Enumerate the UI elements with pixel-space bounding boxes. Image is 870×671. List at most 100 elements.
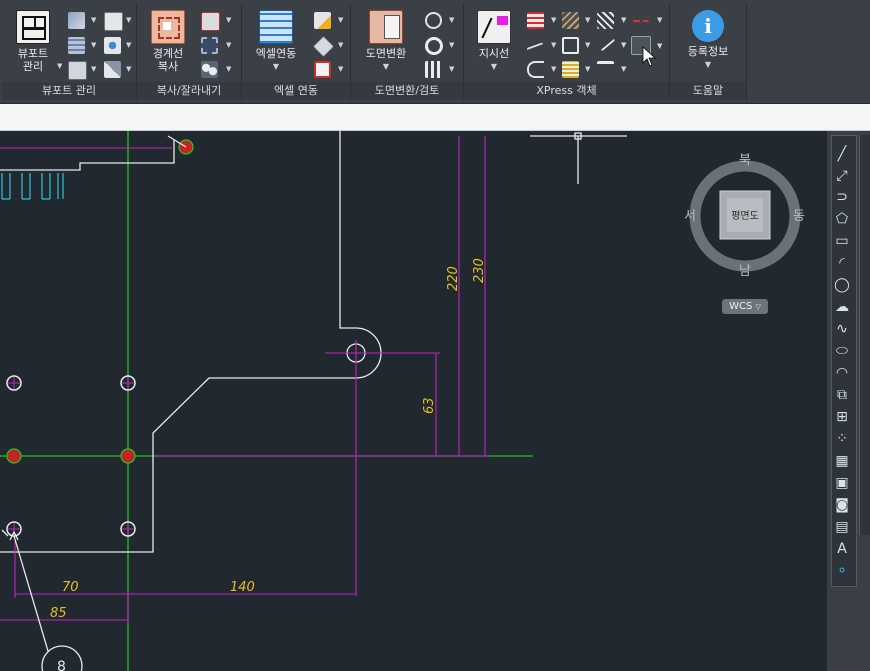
viewport-dropdown-icon[interactable]: ▼ xyxy=(57,62,62,70)
viewport-tool-4-button[interactable] xyxy=(104,12,126,32)
excel-tool-3-button[interactable] xyxy=(314,61,336,81)
dd-icon[interactable]: ▼ xyxy=(126,65,131,73)
revcloud-tool-icon[interactable]: ☁ xyxy=(833,298,851,316)
convert-tool-1-button[interactable] xyxy=(425,12,447,32)
section-icon xyxy=(597,12,614,29)
polygon-tool-icon[interactable]: ⬠ xyxy=(833,210,851,228)
arc-tool-icon[interactable]: ◜ xyxy=(833,254,851,272)
xpress-tool-9-button[interactable] xyxy=(597,61,619,81)
make-block-icon[interactable]: ⊞ xyxy=(833,408,851,426)
dd-icon[interactable]: ▼ xyxy=(621,41,626,49)
dd-icon[interactable]: ▼ xyxy=(657,42,662,50)
compass-north[interactable]: 북 xyxy=(739,153,751,168)
leader-label: 지시선 xyxy=(478,47,510,60)
rectangle-tool-icon[interactable]: ▭ xyxy=(833,232,851,250)
dd-icon[interactable]: ▼ xyxy=(226,16,231,24)
xpress-tool-5-button[interactable] xyxy=(562,37,584,57)
region-tool-icon[interactable]: ◙ xyxy=(833,496,851,514)
dd-icon[interactable]: ▼ xyxy=(551,16,556,24)
xpress-tool-10-button[interactable] xyxy=(632,12,654,32)
add-selected-icon[interactable]: ⚬ xyxy=(833,562,851,580)
dd-icon[interactable]: ▼ xyxy=(126,41,131,49)
xpress-tool-7-button[interactable] xyxy=(597,12,619,32)
xpress-tool-1-button[interactable] xyxy=(527,12,549,32)
boundary-copy-button[interactable]: 경계선 복사 xyxy=(143,8,193,80)
excel-tool-1-button[interactable] xyxy=(314,12,336,32)
dd-icon[interactable]: ▼ xyxy=(91,41,96,49)
viewport-tool-3-button[interactable] xyxy=(68,61,90,81)
viewport-manage-button[interactable]: 뷰포트 관리 xyxy=(8,8,58,80)
multiline-text-icon[interactable]: A xyxy=(833,540,851,558)
table-icon xyxy=(527,12,544,29)
array-icon xyxy=(201,61,218,78)
properties-button[interactable]: i 등록정보 ▼ xyxy=(680,8,736,80)
ellipse-arc-tool-icon[interactable]: ◠ xyxy=(833,364,851,382)
spline-tool-icon[interactable]: ∿ xyxy=(833,320,851,338)
dd-icon[interactable]: ▼ xyxy=(449,65,454,73)
gradient-tool-icon[interactable]: ▣ xyxy=(833,474,851,492)
xpress-tool-2-button[interactable] xyxy=(526,37,549,57)
dd-icon[interactable]: ▼ xyxy=(91,65,96,73)
chevron-down-icon: ▽ xyxy=(755,303,761,311)
point-tool-icon[interactable]: ⁘ xyxy=(833,430,851,448)
dd-icon[interactable]: ▼ xyxy=(338,41,343,49)
t-tool-icon xyxy=(597,61,614,78)
xpress-tool-4-button[interactable] xyxy=(562,12,584,32)
copy-tool-2-button[interactable] xyxy=(201,37,223,57)
dd-icon[interactable]: ▼ xyxy=(621,65,626,73)
drawing-canvas[interactable]: 220 230 63 70 140 85 8 평면도 북 남 동 서 xyxy=(0,131,826,671)
dd-icon[interactable]: ▼ xyxy=(226,65,231,73)
dd-icon[interactable]: ▼ xyxy=(585,65,590,73)
dd-icon[interactable]: ▼ xyxy=(226,41,231,49)
dd-icon[interactable]: ▼ xyxy=(449,16,454,24)
ellipse-tool-icon[interactable]: ⬭ xyxy=(833,342,851,360)
dd-icon[interactable]: ▼ xyxy=(551,65,556,73)
construction-line-icon[interactable]: ⤢ xyxy=(833,167,851,185)
polyline-tool-icon[interactable]: ⊃ xyxy=(833,188,851,206)
bracket-icon xyxy=(527,61,544,78)
ucs-dropdown[interactable]: WCS ▽ xyxy=(722,299,768,314)
text-frame-icon xyxy=(314,61,331,78)
viewport-tool-2-button[interactable] xyxy=(68,37,90,57)
dd-icon[interactable]: ▼ xyxy=(585,41,590,49)
dropdown-arrow-icon: ▼ xyxy=(272,62,280,71)
hatch-tool-icon[interactable]: ▦ xyxy=(833,452,851,470)
drawing-convert-button[interactable]: 도면변환 ▼ xyxy=(359,8,413,80)
compass-west[interactable]: 서 xyxy=(684,209,696,224)
dd-icon[interactable]: ▼ xyxy=(126,16,131,24)
dd-icon[interactable]: ▼ xyxy=(338,65,343,73)
dd-icon[interactable]: ▼ xyxy=(338,16,343,24)
circle-tool-icon[interactable]: ◯ xyxy=(833,276,851,294)
boundary-copy-label-1: 경계선 xyxy=(152,47,184,60)
compass-east[interactable]: 동 xyxy=(793,209,805,224)
compass-south[interactable]: 남 xyxy=(739,264,751,279)
dd-icon[interactable]: ▼ xyxy=(91,16,96,24)
dd-icon[interactable]: ▼ xyxy=(621,16,626,24)
excel-table-icon xyxy=(259,10,293,44)
viewport-tool-1-button[interactable] xyxy=(68,12,90,32)
dd-icon[interactable]: ▼ xyxy=(657,16,662,24)
copy-tool-3-button[interactable] xyxy=(201,61,223,81)
leader-button[interactable]: 지시선 ▼ xyxy=(468,8,520,80)
xpress-tool-3-button[interactable] xyxy=(527,61,549,81)
info-icon: i xyxy=(692,10,724,42)
command-input[interactable] xyxy=(0,107,864,127)
table-tool-icon[interactable]: ▤ xyxy=(833,518,851,536)
copy-tool-1-button[interactable] xyxy=(201,12,223,32)
viewport-tool-6-button[interactable] xyxy=(104,61,126,81)
draw-tool-palette: ╱ ⤢ ⊃ ⬠ ▭ ◜ ◯ ☁ ∿ ⬭ ◠ ⧉ ⊞ ⁘ ▦ ▣ ◙ ▤ A ⚬ xyxy=(826,131,870,671)
xpress-tool-8-button[interactable] xyxy=(595,32,619,57)
insert-block-icon[interactable]: ⧉ xyxy=(833,386,851,404)
convert-tool-3-button[interactable] xyxy=(425,61,447,81)
dd-icon[interactable]: ▼ xyxy=(449,41,454,49)
excel-tool-2-button[interactable] xyxy=(312,35,336,58)
dd-icon[interactable]: ▼ xyxy=(551,41,556,49)
xpress-tool-6-button[interactable] xyxy=(562,61,584,81)
excel-link-button[interactable]: 엑셀연동 ▼ xyxy=(250,8,302,80)
line-tool-icon[interactable]: ╱ xyxy=(833,145,851,163)
viewport-tool-5-button[interactable] xyxy=(104,37,126,57)
dd-icon[interactable]: ▼ xyxy=(585,16,590,24)
convert-tool-2-button[interactable] xyxy=(425,37,447,57)
excel-link-label: 엑셀연동 xyxy=(255,47,297,60)
panel-title-help: 도움말 xyxy=(670,82,746,100)
